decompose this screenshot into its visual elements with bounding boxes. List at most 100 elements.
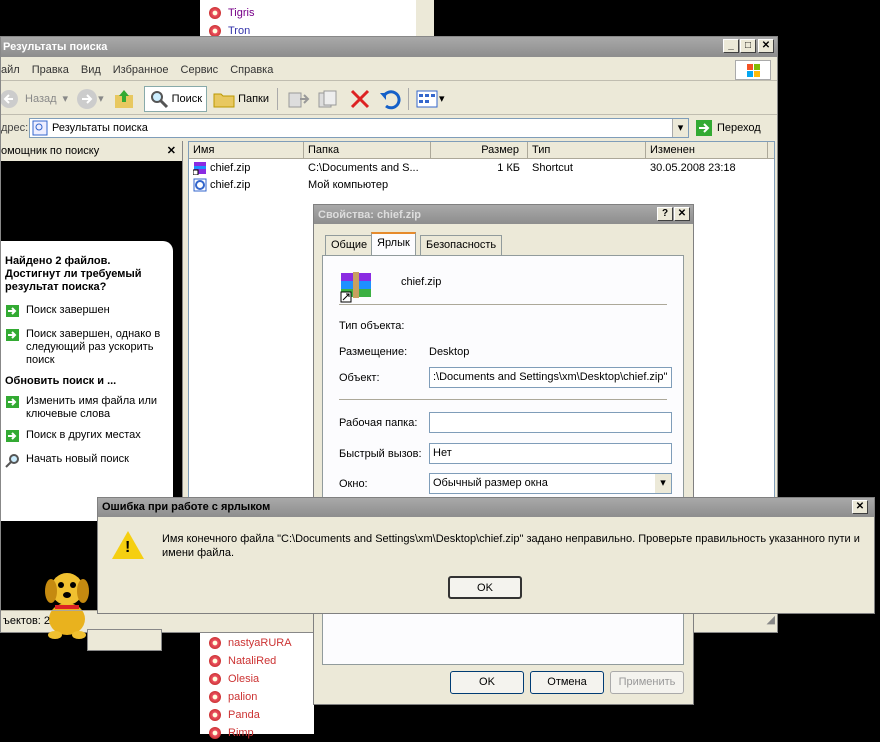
- green-arrow-icon: [6, 329, 19, 341]
- column-modified[interactable]: Изменен: [646, 142, 768, 158]
- window-title: Результаты поиска: [3, 41, 108, 53]
- search-button[interactable]: Поиск: [143, 85, 208, 112]
- buddy-item[interactable]: nastyaRURA: [208, 634, 292, 652]
- chevron-down-icon[interactable]: ▾: [655, 474, 671, 493]
- menu-file[interactable]: айл: [1, 64, 20, 76]
- buddy-item[interactable]: Rimp: [208, 724, 254, 742]
- go-label: Переход: [717, 122, 761, 134]
- flower-icon: [208, 708, 222, 722]
- buddy-item[interactable]: NataliRed: [208, 652, 276, 670]
- close-button[interactable]: ✕: [852, 500, 868, 514]
- cancel-button[interactable]: Отмена: [530, 671, 604, 694]
- undo-icon[interactable]: [378, 87, 402, 111]
- buddy-item[interactable]: Panda: [208, 706, 260, 724]
- move-to-icon[interactable]: [286, 88, 310, 110]
- option-search-done-faster[interactable]: Поиск завершен, однако в следующий раз у…: [5, 328, 169, 367]
- toolbar: Назад ▾ ▾ Поиск Папки ▾: [1, 83, 777, 115]
- workdir-field[interactable]: [429, 412, 672, 433]
- address-dropdown-button[interactable]: ▾: [672, 119, 688, 137]
- menu-favorites[interactable]: Избранное: [113, 64, 169, 76]
- menu-view[interactable]: Вид: [81, 64, 101, 76]
- apply-button[interactable]: Применить: [610, 671, 684, 694]
- tab-shortcut[interactable]: Ярлык: [371, 232, 416, 256]
- address-input[interactable]: Результаты поиска ▾: [29, 118, 689, 138]
- help-button[interactable]: ?: [657, 207, 673, 221]
- close-button[interactable]: ✕: [674, 207, 690, 221]
- chevron-down-icon: ▾: [98, 93, 104, 105]
- buddy-list-top: Tigris Tron: [200, 0, 416, 37]
- flower-icon: [208, 654, 222, 668]
- window-select[interactable]: Обычный размер окна ▾: [429, 473, 672, 494]
- chevron-down-icon: ▾: [439, 93, 445, 105]
- error-ok-button[interactable]: OK: [448, 576, 522, 599]
- search-label: Поиск: [171, 92, 203, 105]
- buddy-item[interactable]: Tigris: [208, 4, 254, 22]
- target-field[interactable]: :\Documents and Settings\xm\Desktop\chie…: [429, 367, 672, 388]
- assistant-balloon: Найдено 2 файлов. Достигнут ли требуемый…: [1, 241, 173, 651]
- search-results-icon: [32, 120, 48, 136]
- explorer-titlebar[interactable]: Результаты поиска: [1, 37, 777, 57]
- option-new-search[interactable]: Начать новый поиск: [5, 453, 169, 469]
- divider: [339, 304, 667, 305]
- views-button[interactable]: ▾: [415, 89, 445, 109]
- delete-icon[interactable]: [348, 87, 372, 111]
- buddy-name: Panda: [228, 709, 260, 721]
- cell-name: chief.zip: [189, 161, 304, 175]
- cell-size: 1 КБ: [497, 161, 520, 174]
- menu-edit[interactable]: Правка: [32, 64, 69, 76]
- workdir-label: Рабочая папка:: [339, 417, 418, 429]
- column-name[interactable]: Имя: [189, 142, 304, 158]
- assistant-button-partial[interactable]: [87, 629, 162, 651]
- flower-icon: [208, 6, 222, 20]
- chevron-down-icon: ▾: [62, 93, 69, 105]
- file-name: chief.zip: [210, 178, 251, 191]
- cell-modified: 30.05.2008 23:18: [650, 161, 736, 174]
- column-size[interactable]: Размер: [431, 142, 528, 158]
- menu-help[interactable]: Справка: [230, 64, 273, 76]
- location-label: Размещение:: [339, 346, 408, 358]
- option-other-places[interactable]: Поиск в других местах: [5, 429, 169, 443]
- target-label: Объект:: [339, 372, 380, 384]
- back-button[interactable]: Назад ▾: [1, 89, 68, 109]
- buddy-item[interactable]: Olesia: [208, 670, 259, 688]
- column-folder[interactable]: Папка: [304, 142, 431, 158]
- address-label: дрес:: [1, 122, 29, 134]
- menu-tools[interactable]: Сервис: [181, 64, 219, 76]
- copy-to-icon[interactable]: [316, 88, 342, 110]
- magnifier-icon: [5, 454, 19, 468]
- error-message: Имя конечного файла "C:\Documents and Se…: [162, 533, 860, 559]
- option-change-name[interactable]: Изменить имя файла или ключевые слова: [5, 395, 169, 421]
- buddy-item[interactable]: palion: [208, 688, 257, 706]
- location-value: Desktop: [429, 346, 470, 358]
- up-folder-icon[interactable]: [112, 87, 136, 111]
- type-label: Тип объекта:: [339, 320, 405, 332]
- flower-icon: [208, 726, 222, 740]
- windows-logo-icon: [735, 60, 771, 80]
- column-header-row: Имя Папка Размер Тип Изменен: [189, 142, 774, 159]
- properties-titlebar[interactable]: Свойства: chief.zip: [314, 205, 693, 224]
- ok-button[interactable]: OK: [450, 671, 524, 694]
- maximize-button[interactable]: □: [740, 39, 756, 53]
- winrar-shortcut-icon: [193, 161, 206, 175]
- folders-label: Папки: [238, 92, 270, 105]
- table-row[interactable]: chief.zip Мой компьютер: [189, 176, 774, 193]
- hotkey-field[interactable]: Нет: [429, 443, 672, 464]
- error-titlebar[interactable]: Ошибка при работе с ярлыком: [98, 498, 874, 517]
- tab-general[interactable]: Общие: [325, 235, 374, 255]
- buddy-name: palion: [228, 691, 258, 703]
- go-button[interactable]: Переход: [695, 119, 761, 137]
- table-row[interactable]: chief.zip C:\Documents and S... 1 КБ Sho…: [189, 159, 774, 176]
- tab-security[interactable]: Безопасность: [420, 235, 503, 255]
- buddy-name: nastyaRURA: [228, 637, 292, 649]
- error-dialog: Ошибка при работе с ярлыком ✕ ! Имя коне…: [97, 497, 875, 614]
- folders-button[interactable]: Папки: [213, 90, 269, 108]
- close-button[interactable]: ✕: [758, 39, 774, 53]
- minimize-button[interactable]: _: [723, 39, 739, 53]
- divider: [339, 399, 667, 400]
- column-type[interactable]: Тип: [528, 142, 646, 158]
- dialog-title: Свойства: chief.zip: [318, 208, 422, 221]
- option-search-done[interactable]: Поиск завершен: [5, 304, 169, 318]
- forward-button[interactable]: ▾: [76, 88, 104, 110]
- folder-icon: [213, 93, 235, 107]
- assistant-close-button[interactable]: ✕: [167, 141, 176, 161]
